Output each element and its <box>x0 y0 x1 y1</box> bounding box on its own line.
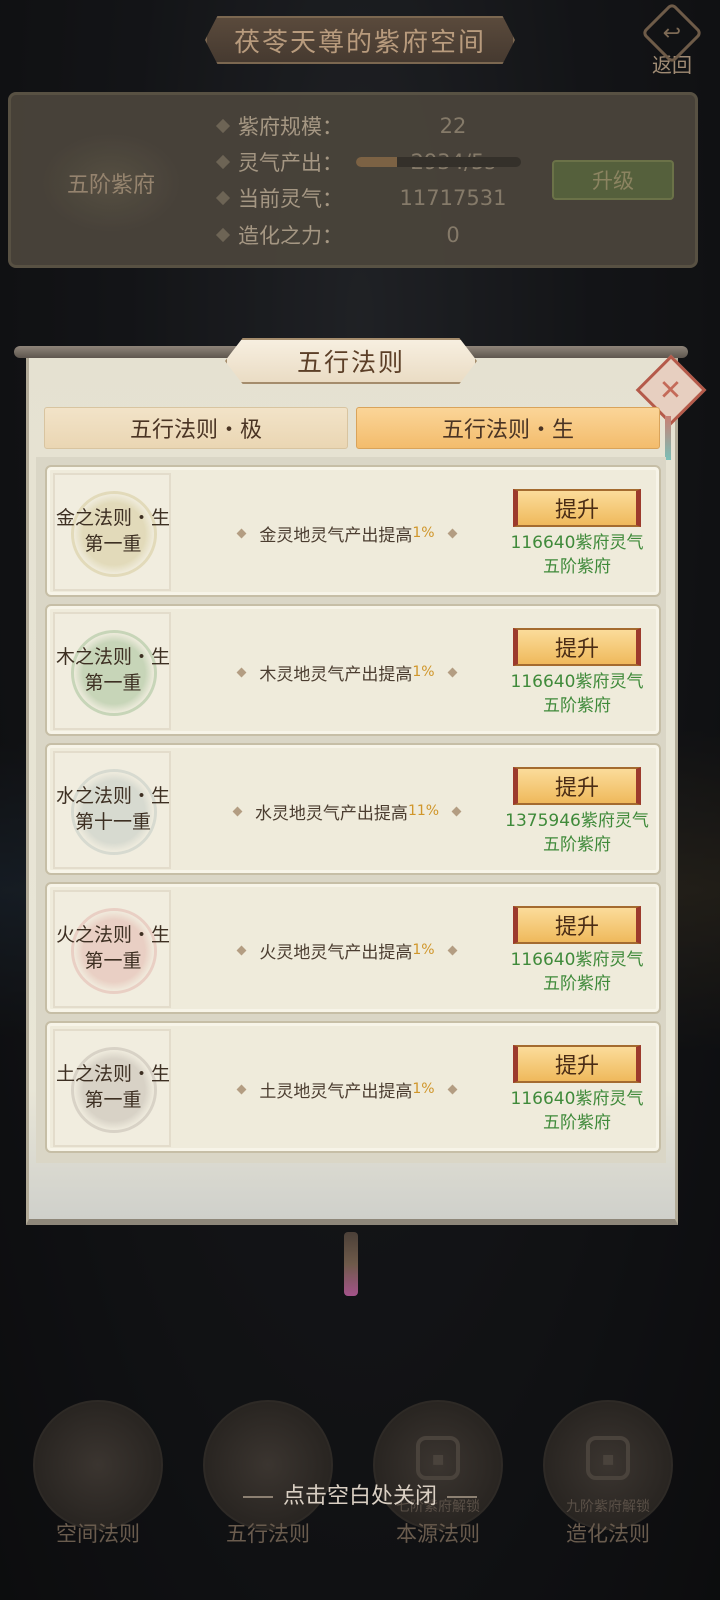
diamond-icon <box>236 1084 247 1094</box>
promote-button[interactable]: 提升 <box>513 906 641 944</box>
info-label: 造化之力： <box>238 224 343 248</box>
law-card-water: 水之法则・生 第十一重 水灵地灵气产出提高 11% 提升 1375946紫府灵气 五阶… <box>45 743 661 875</box>
page-title: 茯苓天尊的紫府空间 <box>205 16 515 64</box>
diamond-icon <box>215 190 231 206</box>
law-card-earth: 土之法则・生 第一重 土灵地灵气产出提高 1% 提升 116640紫府灵气 五阶紫府 <box>45 1021 661 1153</box>
nav-label: 造化法则 <box>566 1522 650 1546</box>
law-card-metal: 金之法则・生 第一重 金灵地灵气产出提高 1% 提升 116640紫府灵气 五阶紫府 <box>45 465 661 597</box>
back-arrow-icon: ↩ <box>640 1 704 65</box>
diamond-icon <box>236 528 247 538</box>
dialog-title: 五行法则 <box>225 338 477 384</box>
law-cost: 116640紫府灵气 五阶紫府 <box>510 950 644 994</box>
info-label: 灵气产出： <box>238 151 343 175</box>
info-row-scale: 紫府规模： 22 <box>215 111 466 141</box>
law-cost: 1375946紫府灵气 五阶紫府 <box>505 811 649 855</box>
info-value: 22 <box>439 114 467 138</box>
law-cost: 116640紫府灵气 五阶紫府 <box>510 672 644 716</box>
law-cost: 116640紫府灵气 五阶紫府 <box>510 1089 644 1133</box>
bell-tassel-decoration <box>344 1232 358 1296</box>
law-effect: 水灵地灵气产出提高 11% <box>217 798 477 824</box>
promote-button[interactable]: 提升 <box>513 628 641 666</box>
law-effect: 土灵地灵气产出提高 1% <box>217 1076 477 1102</box>
tassel-decoration <box>665 416 671 460</box>
law-effect: 火灵地灵气产出提高 1% <box>217 937 477 963</box>
diamond-icon <box>447 1084 458 1094</box>
law-card-wood: 木之法则・生 第一重 木灵地灵气产出提高 1% 提升 116640紫府灵气 五阶紫府 <box>45 604 661 736</box>
info-row-creation: 造化之力： 0 <box>215 220 460 250</box>
info-value: 0 <box>446 223 460 247</box>
nav-space-law[interactable]: 空间法则 <box>33 1400 163 1550</box>
law-effect: 金灵地灵气产出提高 1% <box>217 520 477 546</box>
diamond-icon <box>447 945 458 955</box>
diamond-icon <box>236 945 247 955</box>
close-x-icon: ✕ <box>659 373 683 407</box>
law-name: 火之法则・生 第一重 <box>55 924 170 972</box>
promote-button[interactable]: 提升 <box>513 489 641 527</box>
production-progress-fill <box>356 157 398 167</box>
production-progress-bar <box>356 157 521 167</box>
back-button[interactable]: ↩ 返回 <box>640 1 704 78</box>
law-name: 土之法则・生 第一重 <box>55 1063 170 1111</box>
close-hint[interactable]: 点击空白处关闭 <box>0 1478 720 1510</box>
diamond-icon <box>236 667 247 677</box>
lock-icon: ▪ <box>586 1436 630 1480</box>
nav-label: 五行法则 <box>226 1522 310 1546</box>
nav-label: 本源法则 <box>396 1522 480 1546</box>
promote-button[interactable]: 提升 <box>513 1045 641 1083</box>
space-law-icon <box>33 1400 163 1530</box>
diamond-icon <box>215 118 231 134</box>
law-name: 金之法则・生 第一重 <box>55 507 170 555</box>
diamond-icon <box>232 806 243 816</box>
divider <box>242 1496 273 1498</box>
info-row-current: 当前灵气： 11717531 <box>215 183 506 213</box>
nav-label: 空间法则 <box>56 1522 140 1546</box>
info-value: 11717531 <box>399 186 507 210</box>
nav-five-elements-law[interactable]: 五行法则 <box>203 1400 333 1550</box>
upgrade-button[interactable]: 升级 <box>552 160 674 200</box>
diamond-icon <box>215 154 231 170</box>
law-card-fire: 火之法则・生 第一重 火灵地灵气产出提高 1% 提升 116640紫府灵气 五阶紫府 <box>45 882 661 1014</box>
info-label: 紫府规模： <box>238 115 343 139</box>
law-cost: 116640紫府灵气 五阶紫府 <box>510 533 644 577</box>
tab-five-elements-sheng[interactable]: 五行法则・生 <box>356 407 660 449</box>
five-elements-law-icon <box>203 1400 333 1530</box>
lock-icon: ▪ <box>416 1436 460 1480</box>
nav-origin-law[interactable]: ▪ 七阶紫府解锁 本源法则 <box>373 1400 503 1550</box>
law-name: 水之法则・生 第十一重 <box>55 785 170 833</box>
info-row-production: 灵气产出： 2934/5s <box>215 147 495 177</box>
diamond-icon <box>215 227 231 243</box>
info-label: 当前灵气： <box>238 187 343 211</box>
tab-five-elements-ji[interactable]: 五行法则・极 <box>44 407 348 449</box>
realm-seal: 五阶紫府 <box>41 133 181 233</box>
law-effect: 木灵地灵气产出提高 1% <box>217 659 477 685</box>
promote-button[interactable]: 提升 <box>513 767 641 805</box>
diamond-icon <box>451 806 462 816</box>
nav-creation-law[interactable]: ▪ 九阶紫府解锁 造化法则 <box>543 1400 673 1550</box>
law-name: 木之法则・生 第一重 <box>55 646 170 694</box>
diamond-icon <box>447 667 458 677</box>
divider <box>447 1496 477 1498</box>
diamond-icon <box>447 528 458 538</box>
